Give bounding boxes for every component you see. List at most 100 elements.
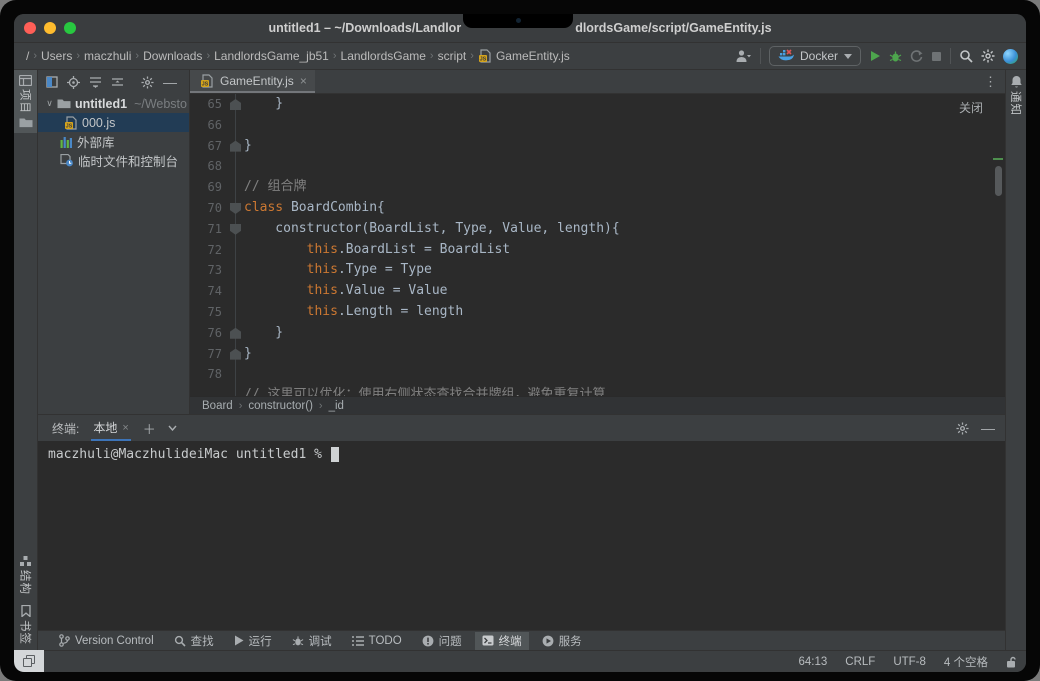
strip-button-结构[interactable]: 结构	[14, 551, 37, 600]
strip-button-项目[interactable]: 项目	[14, 70, 37, 133]
select-opened-file-icon[interactable]	[46, 76, 58, 88]
docker-icon	[778, 49, 794, 63]
breadcrumb-item[interactable]: script	[438, 49, 467, 63]
status-caret-position[interactable]: 64:13	[799, 656, 828, 668]
status-file-encoding[interactable]: UTF-8	[893, 656, 926, 668]
run-configuration-select[interactable]: Docker	[769, 46, 861, 66]
chevron-down-icon[interactable]: ∨	[46, 98, 53, 109]
fold-column	[226, 219, 244, 240]
tree-item-外部库[interactable]: 外部库	[38, 132, 189, 151]
breadcrumb-label: GameEntity.js	[496, 49, 570, 63]
hide-panel-icon[interactable]: —	[163, 74, 177, 90]
debug-button[interactable]	[889, 50, 902, 63]
run-configuration-label: Docker	[800, 49, 838, 63]
fold-column	[226, 136, 244, 157]
toolwindow-button-问题[interactable]: 问题	[415, 632, 469, 650]
toolwindow-button-终端[interactable]: 终端	[475, 632, 529, 650]
code-segment: this	[307, 283, 338, 298]
toolwindow-button-运行[interactable]: 运行	[227, 632, 279, 650]
editor-breadcrumb-item[interactable]: Board	[202, 400, 233, 412]
locate-icon[interactable]	[67, 76, 80, 89]
fold-marker-icon[interactable]	[230, 99, 241, 110]
main-content: 项目结构书签	[14, 70, 1026, 650]
fold-marker-icon[interactable]	[230, 349, 241, 360]
fold-marker-icon[interactable]	[230, 224, 241, 235]
navigation-bar: /›Users›maczhuli›Downloads›LandlordsGame…	[14, 42, 1026, 70]
terminal-dropdown-chevron-icon[interactable]	[168, 425, 177, 431]
editor-breadcrumb-item[interactable]: _id	[329, 400, 344, 412]
terminal-prompt: maczhuli@MaczhulideiMac untitled1 %	[48, 447, 330, 462]
fold-marker-icon[interactable]	[230, 141, 241, 152]
code-text: // 这里可以优化：使用右侧状态查找合并牌组，避免重复计算	[244, 385, 605, 396]
code-text: }	[244, 323, 283, 344]
coverage-button[interactable]	[910, 50, 923, 63]
toolwindow-switcher-corner[interactable]	[14, 650, 44, 672]
terminal-tab-local[interactable]: 本地 ×	[91, 415, 130, 441]
toolwindow-button-label: Version Control	[75, 635, 154, 647]
fold-marker-icon[interactable]	[230, 328, 241, 339]
fold-guide-line	[235, 177, 236, 198]
tree-item-untitled1[interactable]: ∨untitled1~/Websto	[38, 94, 189, 113]
search-everywhere-icon[interactable]	[959, 49, 973, 63]
stop-button[interactable]	[931, 51, 942, 62]
fold-column	[226, 302, 244, 323]
bell-icon	[1010, 75, 1023, 88]
close-tab-icon[interactable]: ×	[300, 74, 307, 88]
breadcrumb-item[interactable]: maczhuli	[84, 49, 131, 63]
toolwindow-button-Version Control[interactable]: Version Control	[52, 632, 161, 650]
settings-gear-icon[interactable]	[981, 49, 995, 63]
window-title-right: dlordsGame/script/GameEntity.js	[575, 14, 771, 42]
terminal-settings-gear-icon[interactable]	[956, 422, 969, 435]
expand-all-icon[interactable]	[89, 76, 102, 88]
tree-item-000.js[interactable]: JS000.js	[38, 113, 189, 132]
project-settings-gear-icon[interactable]	[141, 76, 154, 89]
strip-button-通知[interactable]: 通知	[1006, 70, 1026, 121]
breadcrumb-separator: ›	[135, 50, 139, 62]
run-button[interactable]	[869, 50, 881, 62]
status-indent-style[interactable]: 4 个空格	[944, 654, 988, 670]
notification-close-link[interactable]: 关闭	[959, 99, 983, 116]
editor-scrollbar[interactable]	[995, 166, 1002, 196]
breadcrumb-item[interactable]: JSGameEntity.js	[478, 49, 570, 63]
status-line-separator[interactable]: CRLF	[845, 656, 875, 668]
editor-tab-bar: JS GameEntity.js × ⋮	[190, 70, 1005, 94]
window-title: untitled1 – ~/Downloads/Landlor dlordsGa…	[14, 14, 1026, 42]
strip-button-书签[interactable]: 书签	[14, 600, 37, 650]
line-number: 73	[190, 260, 226, 281]
fold-column	[226, 344, 244, 365]
toolwindow-button-TODO[interactable]: TODO	[345, 632, 409, 650]
fold-marker-icon[interactable]	[230, 203, 241, 214]
code-line: 66	[190, 115, 1005, 136]
breadcrumb-item[interactable]: LandlordsGame	[341, 49, 426, 63]
title-bar[interactable]: untitled1 – ~/Downloads/Landlor dlordsGa…	[14, 14, 1026, 42]
breadcrumb-item[interactable]: Users	[41, 49, 72, 63]
toolwindow-button-调试[interactable]: 调试	[285, 632, 339, 650]
toolwindow-button-查找[interactable]: 查找	[167, 632, 221, 650]
breadcrumb-item[interactable]: /	[26, 49, 29, 63]
lock-icon	[1006, 656, 1016, 668]
tab-options-kebab-icon[interactable]: ⋮	[976, 70, 1005, 93]
new-terminal-tab-icon[interactable]: ＋	[143, 419, 156, 438]
status-items: 64:13 CRLF UTF-8 4 个空格	[799, 654, 1017, 670]
close-terminal-tab-icon[interactable]: ×	[122, 422, 128, 434]
code-editor[interactable]: 关闭 65 }6667}6869// 组合牌70class BoardCombi…	[190, 94, 1005, 396]
toolwindow-bar: Version Control 查找运行调试 TODO 问题终端服务	[38, 630, 1005, 650]
ide-gradient-icon[interactable]	[1003, 49, 1018, 64]
js-file-icon: JS	[64, 116, 78, 130]
project-tree: ∨untitled1~/WebstoJS000.js外部库临时文件和控制台	[38, 94, 189, 170]
user-account-icon[interactable]	[735, 49, 752, 63]
breadcrumb-item[interactable]: LandlordsGame_jb51	[214, 49, 329, 63]
tab-gameentity-js[interactable]: JS GameEntity.js ×	[190, 70, 315, 93]
hide-terminal-icon[interactable]: —	[981, 420, 995, 436]
tree-item-path-hint: ~/Websto	[134, 97, 187, 111]
breadcrumb-item[interactable]: Downloads	[143, 49, 202, 63]
toolwindow-button-服务[interactable]: 服务	[535, 632, 589, 650]
editor-breadcrumb-item[interactable]: constructor()	[248, 400, 313, 412]
tree-item-临时文件和控制台[interactable]: 临时文件和控制台	[38, 151, 189, 170]
breadcrumb-separator: ›	[206, 50, 210, 62]
terminal-output[interactable]: maczhuli@MaczhulideiMac untitled1 %	[38, 441, 1005, 630]
ide-window: untitled1 – ~/Downloads/Landlor dlordsGa…	[14, 14, 1026, 672]
collapse-all-icon[interactable]	[111, 76, 124, 88]
divider	[950, 48, 951, 64]
problems-icon	[422, 635, 434, 647]
